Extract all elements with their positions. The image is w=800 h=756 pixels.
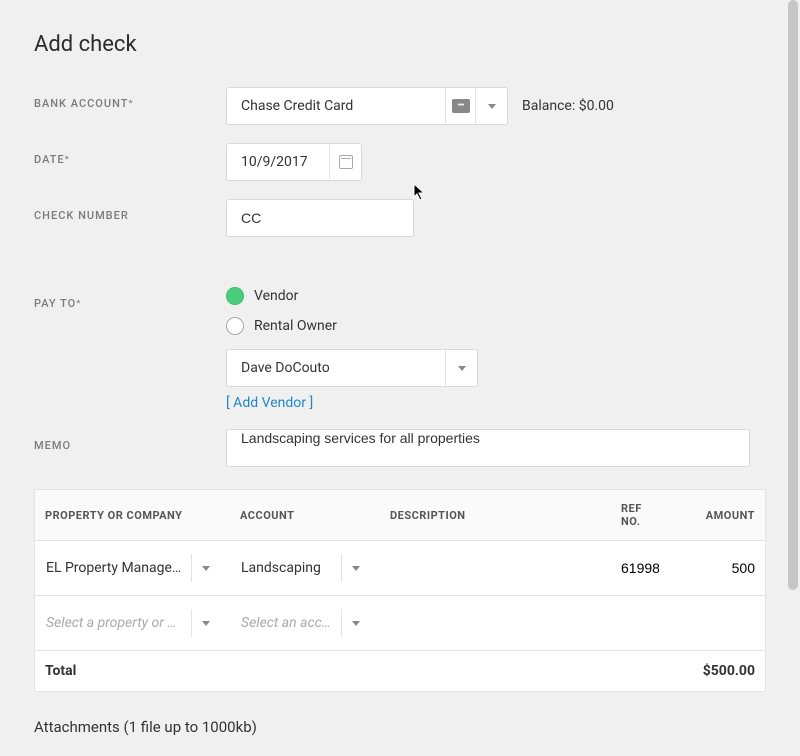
check-number-field[interactable] — [241, 210, 399, 226]
row1-account-value: Landscaping — [241, 560, 335, 576]
line-items-table: PROPERTY OR COMPANY ACCOUNT DESCRIPTION … — [34, 489, 766, 692]
table-footer: Total $500.00 — [35, 651, 765, 691]
total-value: $500.00 — [669, 651, 765, 691]
chevron-down-icon[interactable] — [445, 350, 477, 386]
row1-description-input[interactable] — [390, 560, 601, 576]
row2-property-placeholder: Select a property or … — [46, 615, 185, 631]
memo-field[interactable] — [241, 430, 735, 446]
label-memo: MEMO — [34, 429, 226, 452]
radio-vendor-indicator — [226, 287, 244, 305]
bank-lookup-icon[interactable] — [445, 88, 475, 124]
payee-value: Dave DoCouto — [227, 360, 445, 376]
th-property: PROPERTY OR COMPANY — [35, 490, 230, 540]
page-title: Add check — [34, 32, 766, 57]
label-text: BANK ACCOUNT — [34, 97, 128, 110]
calendar-icon[interactable] — [329, 144, 361, 180]
th-account: ACCOUNT — [230, 490, 380, 540]
row2-ref-input[interactable] — [621, 615, 659, 631]
date-input[interactable]: 10/9/2017 — [226, 143, 362, 181]
th-amount: AMOUNT — [669, 490, 765, 540]
row1-property-select[interactable]: EL Property Manage… — [45, 553, 220, 583]
memo-input[interactable] — [226, 429, 750, 467]
date-value: 10/9/2017 — [227, 154, 329, 170]
row2-account-placeholder: Select an acc… — [241, 615, 335, 631]
label-pay-to: PAY TO* — [34, 287, 226, 310]
row1-account-select[interactable]: Landscaping — [240, 553, 370, 583]
payee-select[interactable]: Dave DoCouto — [226, 349, 478, 387]
chevron-down-icon[interactable] — [341, 554, 369, 582]
balance-label: Balance: $0.00 — [522, 98, 614, 114]
row2-description-input[interactable] — [390, 615, 601, 631]
attachments-label: Attachments (1 file up to 1000kb) — [34, 718, 766, 736]
row2-account-select[interactable]: Select an acc… — [240, 608, 370, 638]
scrollbar-thumb[interactable] — [788, 0, 798, 590]
radio-vendor[interactable]: Vendor — [226, 287, 478, 305]
add-vendor-link[interactable]: [ Add Vendor ] — [226, 395, 478, 411]
radio-rental-owner-indicator — [226, 317, 244, 335]
row1-amount-input[interactable] — [679, 560, 755, 576]
label-bank-account: BANK ACCOUNT* — [34, 87, 226, 110]
row1-ref-input[interactable] — [621, 560, 659, 576]
label-check-number: CHECK NUMBER — [34, 199, 226, 222]
table-row: Select a property or … Select an acc… — [35, 596, 765, 651]
label-text: DATE — [34, 153, 65, 166]
chevron-down-icon[interactable] — [341, 609, 369, 637]
radio-rental-owner-label: Rental Owner — [254, 318, 337, 334]
label-date: DATE* — [34, 143, 226, 166]
table-row: EL Property Manage… Landscaping — [35, 541, 765, 596]
th-description: DESCRIPTION — [380, 490, 611, 540]
radio-vendor-label: Vendor — [254, 288, 298, 304]
radio-rental-owner[interactable]: Rental Owner — [226, 317, 478, 335]
scrollbar-track[interactable] — [786, 0, 800, 750]
row2-property-select[interactable]: Select a property or … — [45, 608, 220, 638]
bank-account-value: Chase Credit Card — [227, 98, 445, 114]
row2-amount-input[interactable] — [679, 615, 755, 631]
row1-property-value: EL Property Manage… — [46, 560, 185, 576]
total-label: Total — [35, 651, 230, 691]
chevron-down-icon[interactable] — [475, 88, 507, 124]
th-ref: REF NO. — [611, 490, 669, 540]
table-header: PROPERTY OR COMPANY ACCOUNT DESCRIPTION … — [35, 490, 765, 541]
bank-account-select[interactable]: Chase Credit Card — [226, 87, 508, 125]
chevron-down-icon[interactable] — [191, 554, 219, 582]
check-number-input[interactable] — [226, 199, 414, 237]
chevron-down-icon[interactable] — [191, 609, 219, 637]
label-text: PAY TO — [34, 297, 76, 310]
